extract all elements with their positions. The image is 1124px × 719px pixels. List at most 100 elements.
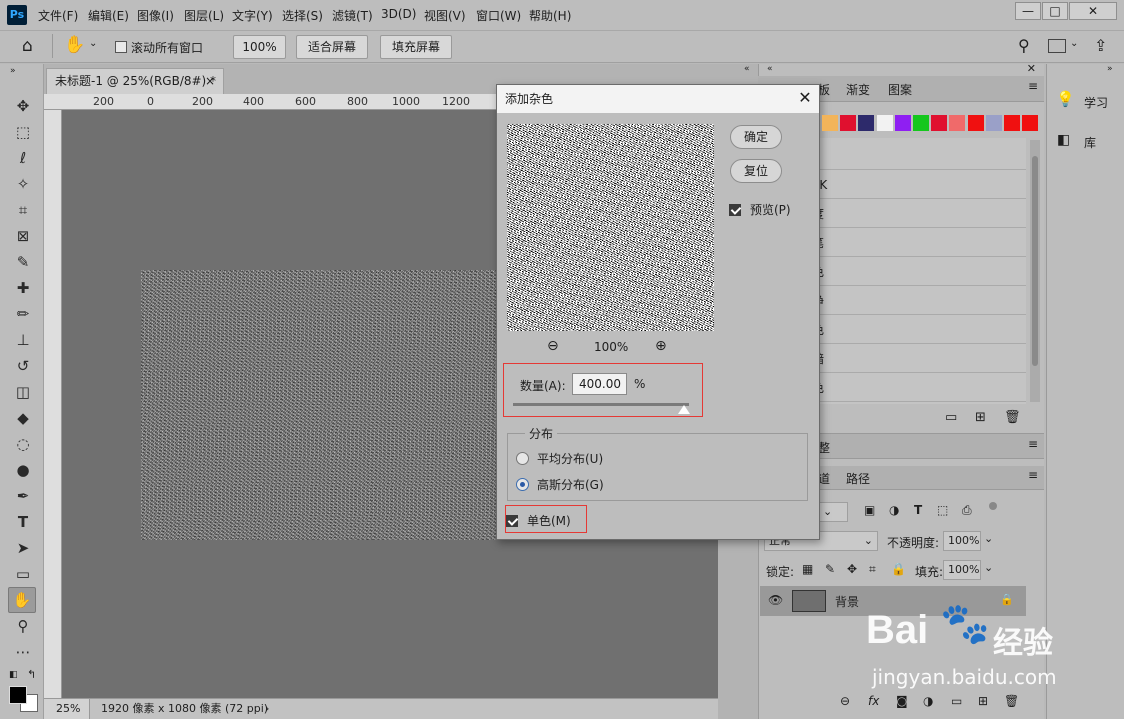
lasso-tool-icon[interactable]: ℓ [12,147,34,169]
gaussian-radio[interactable] [516,477,529,491]
collapse-arrows-icon[interactable]: » [1107,64,1113,74]
mask-icon[interactable]: ◙ [896,694,908,708]
ok-button[interactable]: 确定 [730,125,782,149]
amount-slider-thumb[interactable] [677,405,690,414]
crop-tool-icon[interactable]: ⌗ [12,199,34,221]
smart-object-filter-icon[interactable]: ⎙ [962,503,972,518]
marquee-tool-icon[interactable]: ⬚ [12,121,34,143]
share-icon[interactable]: ⇪ [1094,36,1107,55]
chevron-down-icon[interactable]: ⌄ [1070,38,1078,49]
list-item[interactable]: 净 [812,287,1026,315]
reset-button[interactable]: 复位 [730,159,782,183]
zoom-in-icon[interactable]: ⊕ [655,338,667,354]
foreground-color-swatch[interactable] [9,686,27,704]
rectangle-tool-icon[interactable]: ▭ [12,563,34,585]
lock-image-icon[interactable]: ✎ [825,562,835,576]
eye-icon[interactable]: 👁 [768,593,783,607]
tab-patterns[interactable]: 图案 [888,81,912,98]
noise-preview[interactable] [507,124,714,331]
color-swatch[interactable] [931,115,948,131]
menu-image[interactable]: 图像(I) [137,7,174,24]
healing-brush-icon[interactable]: ✚ [12,277,34,299]
hand-tool-icon[interactable]: ✋ [64,35,85,55]
close-icon[interactable]: ✕ [795,88,815,108]
color-swatch[interactable] [913,115,929,131]
opacity-input[interactable]: 100% [943,531,981,551]
collapse-arrows-icon[interactable]: « [744,64,750,74]
panel-scrollbar[interactable] [1030,140,1040,402]
menu-3d[interactable]: 3D(D) [381,7,416,21]
adjust-icon[interactable]: ◑ [923,694,933,708]
image-filter-icon[interactable]: ▣ [864,503,875,517]
fx-icon[interactable]: fx [868,694,879,708]
close-icon[interactable]: ✕ [1027,62,1036,75]
panel-menu-icon[interactable]: ≡ [1028,468,1038,482]
menu-edit[interactable]: 编辑(E) [88,7,129,24]
blur-tool-icon[interactable]: ◌ [12,433,34,455]
color-swatch[interactable] [840,115,857,131]
chevron-down-icon[interactable]: ⌄ [984,532,993,545]
type-tool-icon[interactable]: T [12,511,34,533]
workspace-icon[interactable] [1048,39,1066,53]
zoom-out-icon[interactable]: ⊖ [547,338,559,354]
trash-icon[interactable]: 🗑 [1004,694,1019,708]
zoom-tool-icon[interactable]: ⚲ [12,615,34,637]
tab-paths[interactable]: 路径 [846,470,870,487]
noise-image[interactable] [141,270,521,540]
color-swatch[interactable] [876,115,893,131]
color-swatch[interactable] [1004,115,1020,131]
menu-view[interactable]: 视图(V) [424,7,466,24]
eraser-tool-icon[interactable]: ◫ [12,381,34,403]
collapse-arrows-icon[interactable]: « [767,64,773,74]
shape-filter-icon[interactable]: ⬚ [937,503,948,517]
amount-input[interactable]: 400.00 [572,373,627,395]
fill-input[interactable]: 100% [943,560,981,580]
color-swatch[interactable] [894,115,911,131]
pen-tool-icon[interactable]: ✒ [12,485,34,507]
folder-icon[interactable]: ▭ [945,410,957,425]
menu-layer[interactable]: 图层(L) [184,7,224,24]
list-item[interactable]: 色 [812,374,1026,402]
document-tab[interactable]: 未标题-1 @ 25%(RGB/8#) * × [46,68,224,94]
fill-screen-button[interactable]: 填充屏幕 [380,35,452,59]
lock-pixels-icon[interactable]: ▦ [802,562,813,576]
uniform-radio[interactable] [516,451,529,465]
color-swatch[interactable] [985,115,1002,131]
default-colors-icon[interactable]: ◧ [9,670,18,680]
more-tools-icon[interactable]: ⋯ [12,641,34,663]
tab-gradients[interactable]: 渐变 [846,81,870,98]
library-label[interactable]: 库 [1084,134,1096,151]
paint-bucket-icon[interactable]: ◆ [12,407,34,429]
path-select-icon[interactable]: ➤ [12,537,34,559]
swap-colors-icon[interactable]: ↰ [27,668,36,681]
new-layer-icon[interactable]: ⊞ [978,694,988,708]
color-swatch[interactable] [1022,115,1039,131]
menu-filter[interactable]: 滤镜(T) [332,7,373,24]
menu-type[interactable]: 文字(Y) [232,7,273,24]
layer-filter-select[interactable]: ⌄ [818,502,848,522]
menu-window[interactable]: 窗口(W) [476,7,521,24]
scroll-all-checkbox[interactable] [115,39,127,53]
minimize-button[interactable]: — [1015,2,1041,20]
chevron-down-icon[interactable]: ⌄ [89,38,97,49]
color-swatch[interactable] [822,115,838,131]
list-item[interactable]: 笔 [812,229,1026,257]
color-swatch[interactable] [949,115,966,131]
eyedropper-icon[interactable]: ✎ [12,251,34,273]
lock-all-icon[interactable]: 🔒 [891,562,906,576]
history-brush-icon[interactable]: ↺ [12,355,34,377]
menu-help[interactable]: 帮助(H) [529,7,571,24]
folder-icon[interactable]: ▭ [951,694,962,708]
list-item[interactable]: 色 [812,316,1026,344]
monochromatic-checkbox[interactable] [506,513,518,527]
close-icon[interactable]: × [205,69,215,93]
color-swatch[interactable] [858,115,875,131]
learn-label[interactable]: 学习 [1084,94,1108,111]
preview-checkbox[interactable] [729,202,741,216]
maximize-button[interactable]: □ [1042,2,1068,20]
fit-screen-button[interactable]: 适合屏幕 [296,35,368,59]
move-tool-icon[interactable]: ✥ [12,95,34,117]
menu-select[interactable]: 选择(S) [282,7,323,24]
frame-tool-icon[interactable]: ⊠ [12,225,34,247]
magic-wand-icon[interactable]: ✧ [12,173,34,195]
